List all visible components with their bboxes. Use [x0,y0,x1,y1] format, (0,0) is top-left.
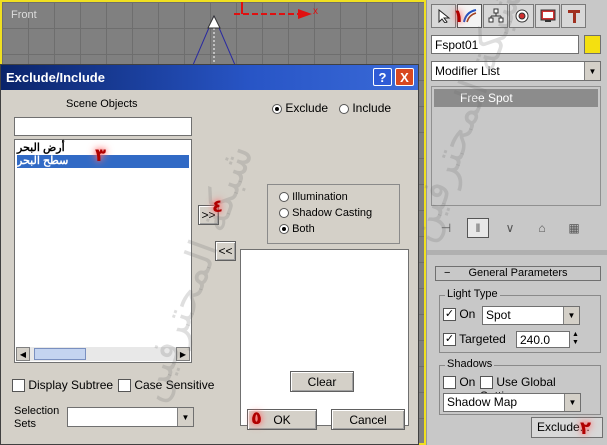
light-on-label: On [459,307,476,321]
scroll-thumb[interactable] [34,348,86,360]
shadows-label: Shadows [445,358,495,370]
hierarchy-tab-icon[interactable] [483,4,508,28]
display-subtree-checkbox[interactable] [12,379,25,393]
spinner-icon[interactable]: ▲ ▼ [572,331,579,347]
excluded-objects-list[interactable] [240,249,409,426]
targeted-checkbox[interactable]: ✓ [443,333,456,347]
step-badge-1: ١ [453,6,464,27]
light-type-group: Light Type ✓ On Spot ▼ ✓ Targeted 240.0 … [439,288,601,353]
target-distance-field[interactable]: 240.0 [516,331,570,348]
command-panel: Fspot01 Modifier List ▼ Free Spot ⊣ ‖ ∨ … [426,0,607,445]
include-label: Include [352,101,392,115]
illumination-option[interactable]: Illumination [279,191,348,203]
step-badge-4: ٤ [212,196,223,217]
display-subtree-option[interactable]: Display Subtree [12,378,114,393]
stack-item-free-spot[interactable]: Free Spot [434,89,598,107]
modifier-list-label: Modifier List [435,64,500,78]
help-icon[interactable]: ? [373,68,392,86]
step-badge-3: ٣ [95,145,106,166]
light-type-label: Light Type [445,288,500,300]
dialog-titlebar[interactable]: Exclude/Include ? X [1,65,418,90]
shadows-on-label: On [459,375,476,389]
exclude-option[interactable]: Exclude [272,101,328,115]
targeted-option[interactable]: ✓ Targeted [443,332,506,347]
horizontal-scrollbar[interactable]: ◀ ▶ [16,347,190,361]
light-on-option[interactable]: ✓ On [443,307,476,322]
rollout-title-label: General Parameters [468,267,568,279]
selection-sets-dropdown[interactable]: ▼ [67,407,194,427]
shadows-on-checkbox[interactable] [443,376,456,390]
scroll-left-icon[interactable]: ◀ [16,347,30,361]
object-name-field[interactable]: Fspot01 [431,35,579,54]
shadow-casting-option[interactable]: Shadow Casting [279,207,372,219]
light-type-dropdown[interactable]: Spot ▼ [482,306,580,325]
shadows-group: Shadows On Use Global Settings Shadow Ma… [439,358,601,415]
clear-button[interactable]: Clear [290,371,354,392]
move-left-button[interactable]: << [215,241,236,261]
general-parameters-rollout[interactable]: − General Parameters [435,266,601,281]
case-sensitive-checkbox[interactable] [118,379,131,393]
collapse-icon: − [444,267,451,279]
modifier-list-dropdown[interactable]: Modifier List ▼ [431,61,601,81]
chevron-down-icon[interactable]: ▼ [564,394,580,411]
utilities-tab-icon[interactable] [561,4,586,28]
selection-sets-label-line1: Selection [14,405,60,417]
dialog-title: Exclude/Include [6,70,105,85]
object-filter-input[interactable] [14,117,192,136]
chevron-down-icon[interactable]: ▼ [177,408,193,426]
panel-divider [427,250,607,255]
case-sensitive-label: Case Sensitive [134,378,215,392]
both-label: Both [292,223,315,235]
remove-modifier-icon[interactable]: ⌂ [531,218,553,238]
configure-sets-icon[interactable]: ▦ [563,218,585,238]
exclude-button[interactable]: Exclude... [531,417,603,438]
step-badge-2: ٢ [580,418,591,439]
both-option[interactable]: Both [279,223,315,235]
scroll-right-icon[interactable]: ▶ [176,347,190,361]
chevron-down-icon[interactable]: ▼ [563,307,579,324]
scene-objects-label: Scene Objects [66,98,138,110]
light-type-value: Spot [486,308,511,322]
both-radio[interactable] [279,224,289,235]
include-radio[interactable] [339,103,349,114]
exclude-include-dialog: Exclude/Include ? X Scene Objects أرض ال… [0,64,419,445]
selection-sets-label: Selection Sets [14,405,59,431]
show-end-result-icon[interactable]: ‖ [467,218,489,238]
shadows-on-option[interactable]: On [443,375,476,390]
scene-objects-list[interactable]: أرض البحر سطح البحر ◀ ▶ [14,139,192,363]
shadow-type-value: Shadow Map [447,395,518,409]
include-option[interactable]: Include [339,101,391,115]
case-sensitive-option[interactable]: Case Sensitive [118,378,215,393]
pin-stack-icon[interactable]: ⊣ [435,218,457,238]
make-unique-icon[interactable]: ∨ [499,218,521,238]
modifier-stack[interactable]: Free Spot [431,86,601,206]
exclude-radio[interactable] [272,103,282,114]
x-axis-label: x [313,6,318,17]
targeted-label: Targeted [459,332,506,346]
cancel-button[interactable]: Cancel [331,409,405,430]
display-tab-icon[interactable] [535,4,560,28]
display-subtree-label: Display Subtree [28,378,114,392]
exclusion-mode-group: Illumination Shadow Casting Both [267,184,400,244]
shadow-type-dropdown[interactable]: Shadow Map ▼ [443,393,581,412]
object-color-swatch[interactable] [584,35,601,54]
close-icon[interactable]: X [395,68,414,86]
illumination-radio[interactable] [279,192,289,203]
motion-tab-icon[interactable] [509,4,534,28]
light-on-checkbox[interactable]: ✓ [443,308,456,322]
illumination-label: Illumination [292,191,348,203]
step-badge-5: ٥ [251,408,262,429]
spotlight-gizmo [189,2,312,72]
selection-sets-label-line2: Sets [14,418,37,430]
global-settings-checkbox[interactable] [480,376,493,390]
shadow-casting-radio[interactable] [279,208,289,219]
stack-toolbar: ⊣ ‖ ∨ ⌂ ▦ [435,217,601,239]
exclude-label: Exclude [285,101,329,115]
shadow-casting-label: Shadow Casting [292,207,373,219]
chevron-down-icon[interactable]: ▼ [584,62,600,80]
